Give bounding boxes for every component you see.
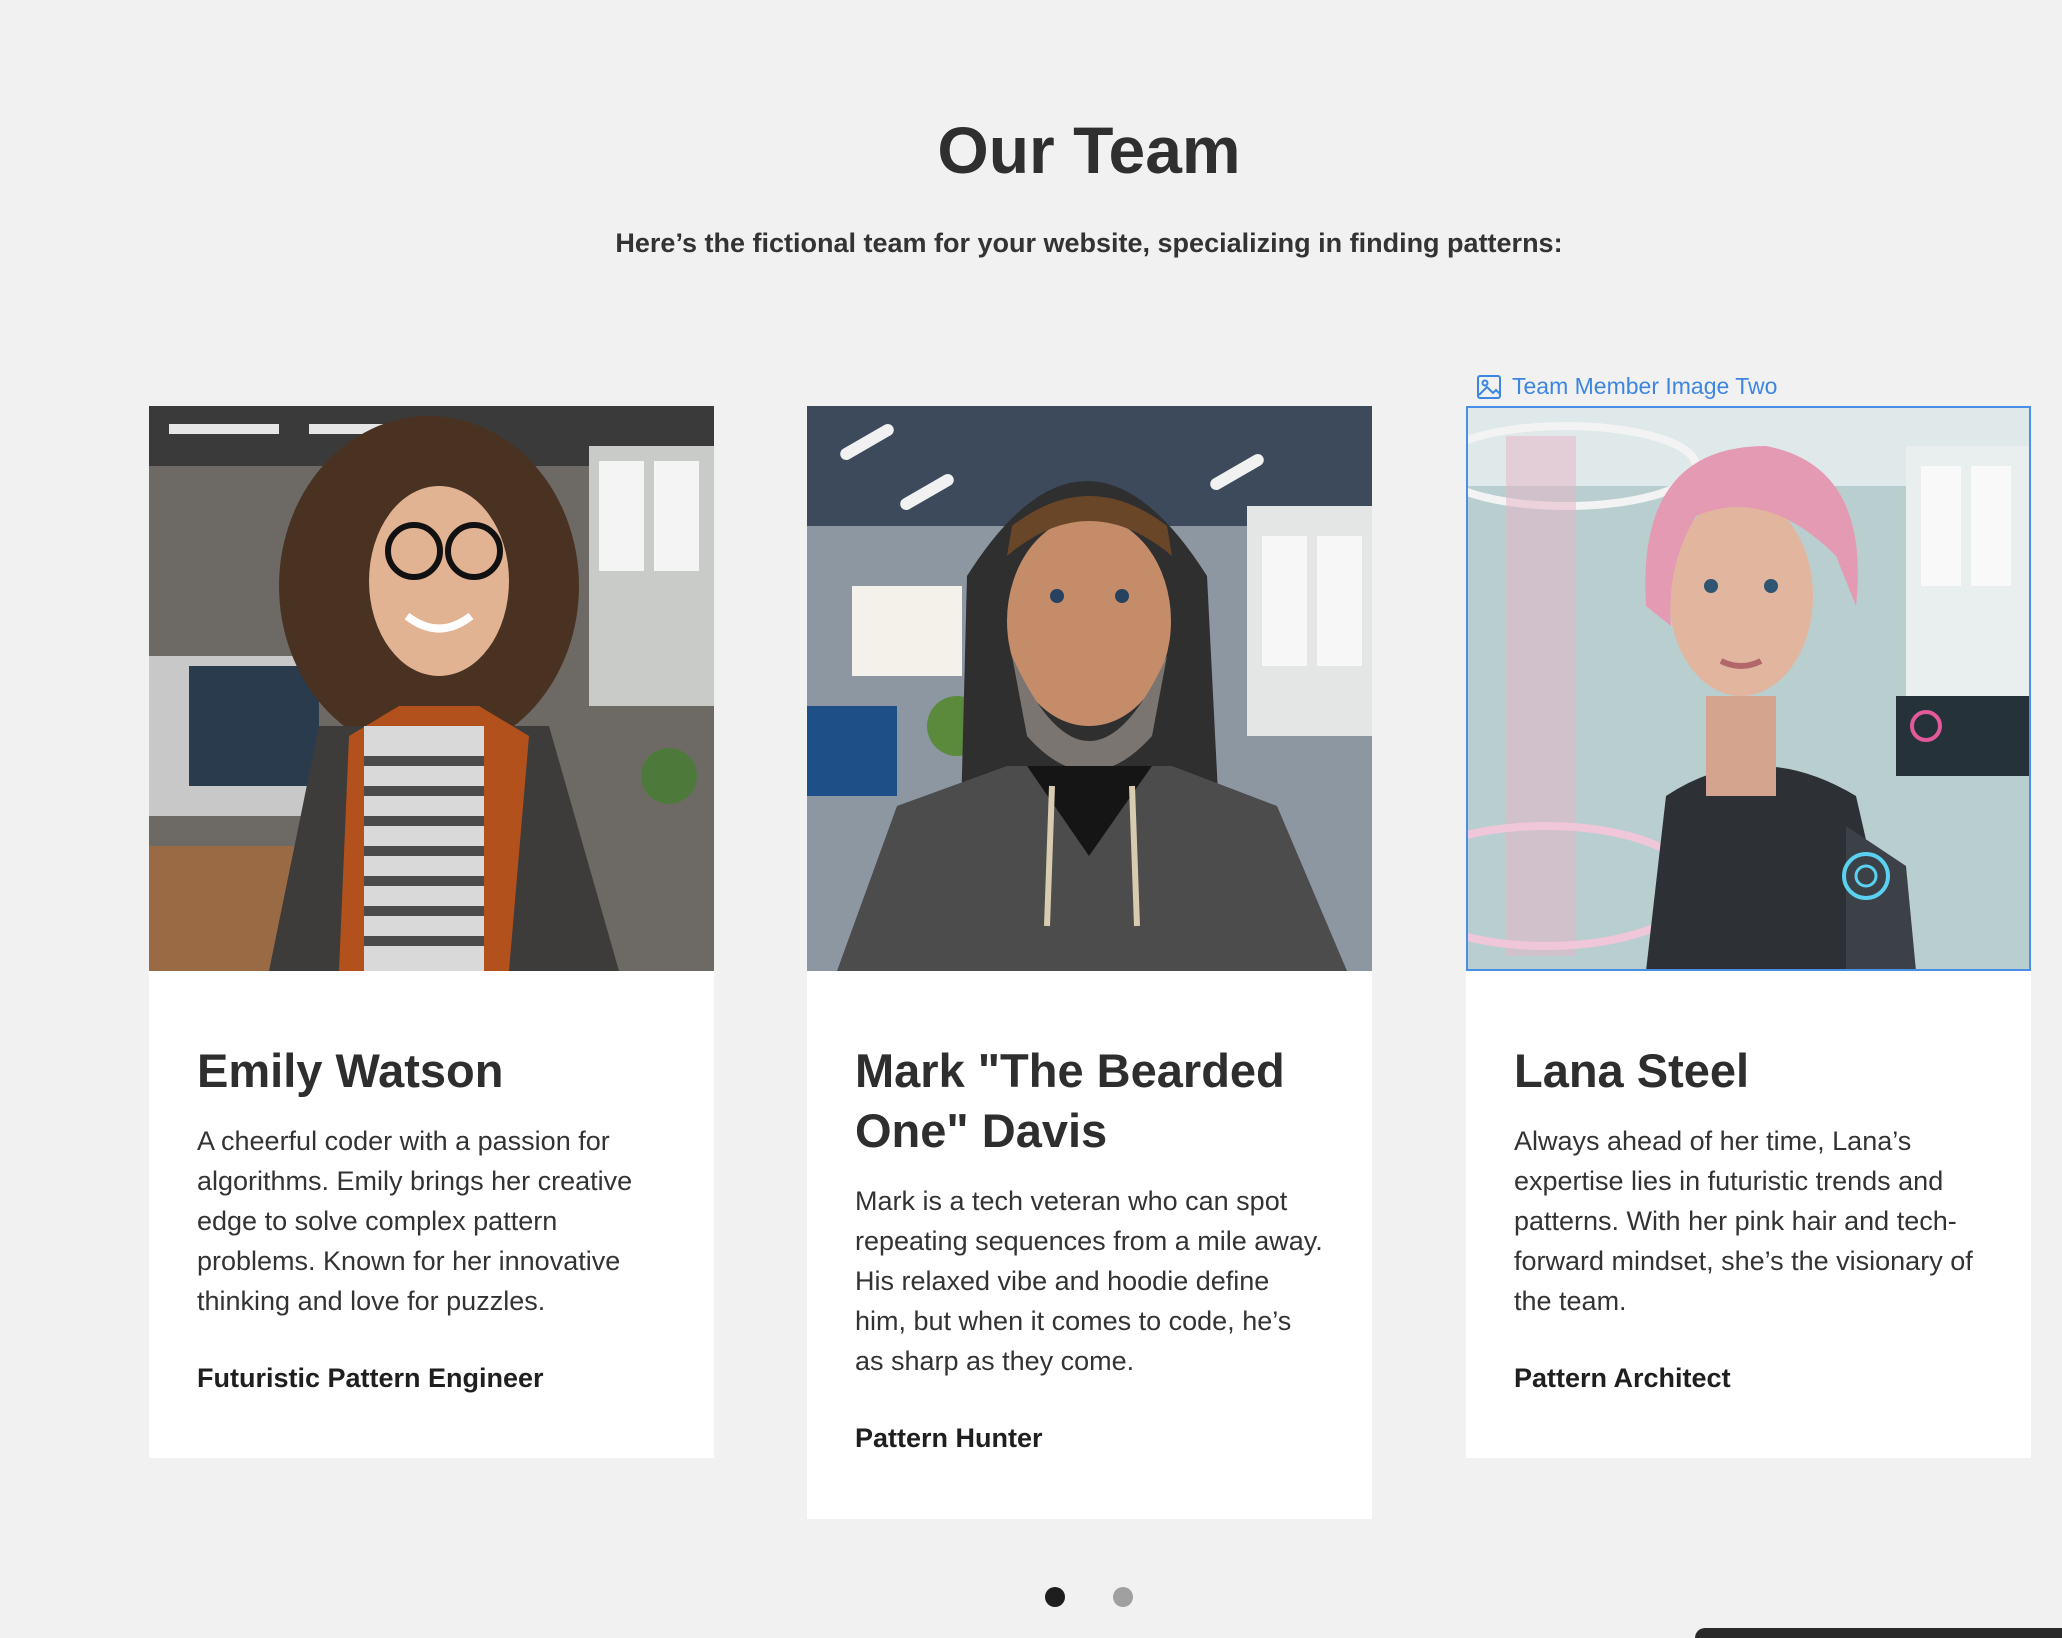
member-role: Futuristic Pattern Engineer: [197, 1363, 544, 1393]
member-role: Pattern Architect: [1514, 1363, 1731, 1393]
team-member-image-two[interactable]: [1466, 406, 2031, 971]
photo-mark: [807, 406, 1372, 971]
team-member-image-one[interactable]: [149, 406, 714, 971]
team-card-mark: Mark "The Bearded One" Davis Mark is a t…: [807, 406, 1372, 1519]
section-title: Our Team: [937, 113, 1241, 187]
selected-image-label: Team Member Image Two: [1476, 373, 1777, 400]
member-description: Mark is a tech veteran who can spot repe…: [855, 1186, 1323, 1376]
team-member-image-mark[interactable]: [807, 406, 1372, 971]
member-description: Always ahead of her time, Lana’s experti…: [1514, 1126, 1973, 1316]
team-page: Our Team Here’s the fictional team for y…: [0, 0, 2062, 1638]
member-name: Mark "The Bearded One" Davis: [855, 1044, 1285, 1157]
member-name: Lana Steel: [1514, 1044, 1750, 1097]
photo-lana: [1466, 406, 2031, 971]
carousel-dot-1[interactable]: [1045, 1587, 1065, 1607]
section-subtitle: Here’s the fictional team for your websi…: [615, 228, 1563, 258]
carousel-pagination: [1045, 1587, 1133, 1607]
member-role: Pattern Hunter: [855, 1423, 1043, 1453]
carousel-dot-2[interactable]: [1113, 1587, 1133, 1607]
photo-emily: [149, 406, 714, 971]
selected-image-label-text: Team Member Image Two: [1512, 373, 1778, 399]
member-name: Emily Watson: [197, 1044, 504, 1097]
team-card-emily: Emily Watson A cheerful coder with a pas…: [149, 406, 714, 1458]
team-card-lana: Lana Steel Always ahead of her time, Lan…: [1466, 406, 2031, 1458]
member-description: A cheerful coder with a passion for algo…: [197, 1126, 633, 1316]
bottom-right-panel-edge: [1695, 1628, 2062, 1638]
image-icon: [1477, 374, 1501, 399]
